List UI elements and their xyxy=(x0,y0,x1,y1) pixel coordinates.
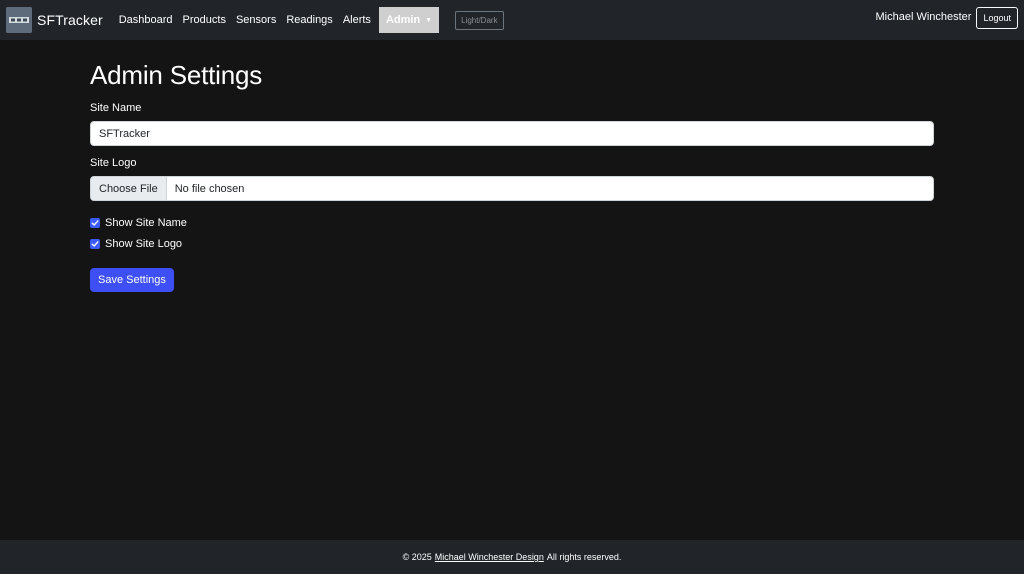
footer-rights: All rights reserved. xyxy=(546,552,622,562)
checkmark-icon xyxy=(91,219,99,226)
nav-sensors[interactable]: Sensors xyxy=(231,14,281,26)
nav-admin-dropdown[interactable]: Admin ▼ xyxy=(378,7,440,33)
brand-name[interactable]: SFTracker xyxy=(37,12,103,28)
page-title: Admin Settings xyxy=(90,60,263,90)
nav-dashboard[interactable]: Dashboard xyxy=(116,14,178,26)
user-name: Michael Winchester xyxy=(875,11,972,23)
nav-readings[interactable]: Readings xyxy=(281,14,337,26)
footer-copyright: © 2025 xyxy=(402,552,432,562)
show-site-logo-label[interactable]: Show Site Logo xyxy=(105,238,182,250)
site-name-input[interactable]: SFTracker xyxy=(90,121,934,146)
show-site-name-label[interactable]: Show Site Name xyxy=(105,217,187,229)
file-status: No file chosen xyxy=(174,182,245,195)
save-settings-button[interactable]: Save Settings xyxy=(90,268,174,292)
site-logo-label: Site Logo xyxy=(90,157,137,169)
show-site-logo-checkbox[interactable] xyxy=(90,238,100,249)
show-site-logo-row: Show Site Logo xyxy=(90,233,934,254)
site-name-label: Site Name xyxy=(90,102,142,114)
caret-down-icon: ▼ xyxy=(425,16,433,24)
nav-links: Dashboard Products Sensors Readings Aler… xyxy=(116,7,504,33)
footer-link[interactable]: Michael Winchester Design xyxy=(435,552,544,562)
theme-toggle-button[interactable]: Light/Dark xyxy=(455,10,504,30)
user-area: Michael Winchester Logout xyxy=(875,0,1018,40)
nav-products[interactable]: Products xyxy=(178,14,231,26)
show-site-name-row: Show Site Name xyxy=(90,212,934,233)
top-navbar: SFTracker Dashboard Products Sensors Rea… xyxy=(0,0,1024,40)
footer: © 2025 Michael Winchester Design All rig… xyxy=(0,540,1024,574)
logout-button[interactable]: Logout xyxy=(976,7,1018,29)
site-name-group: Site Name SFTracker xyxy=(90,102,934,146)
nav-alerts[interactable]: Alerts xyxy=(338,14,376,26)
site-logo-file-input[interactable]: Choose File No file chosen xyxy=(90,176,934,201)
brand[interactable]: SFTracker xyxy=(6,7,103,33)
nav-admin-label: Admin xyxy=(385,14,421,26)
checkmark-icon xyxy=(91,240,99,247)
site-logo-group: Site Logo Choose File No file chosen xyxy=(90,157,934,201)
sft-logo-icon xyxy=(6,7,32,33)
choose-file-button[interactable]: Choose File xyxy=(91,177,167,200)
settings-form: Admin Settings Site Name SFTracker Site … xyxy=(90,60,934,292)
show-site-name-checkbox[interactable] xyxy=(90,217,100,228)
display-options: Show Site Name Show Site Logo xyxy=(90,212,934,254)
